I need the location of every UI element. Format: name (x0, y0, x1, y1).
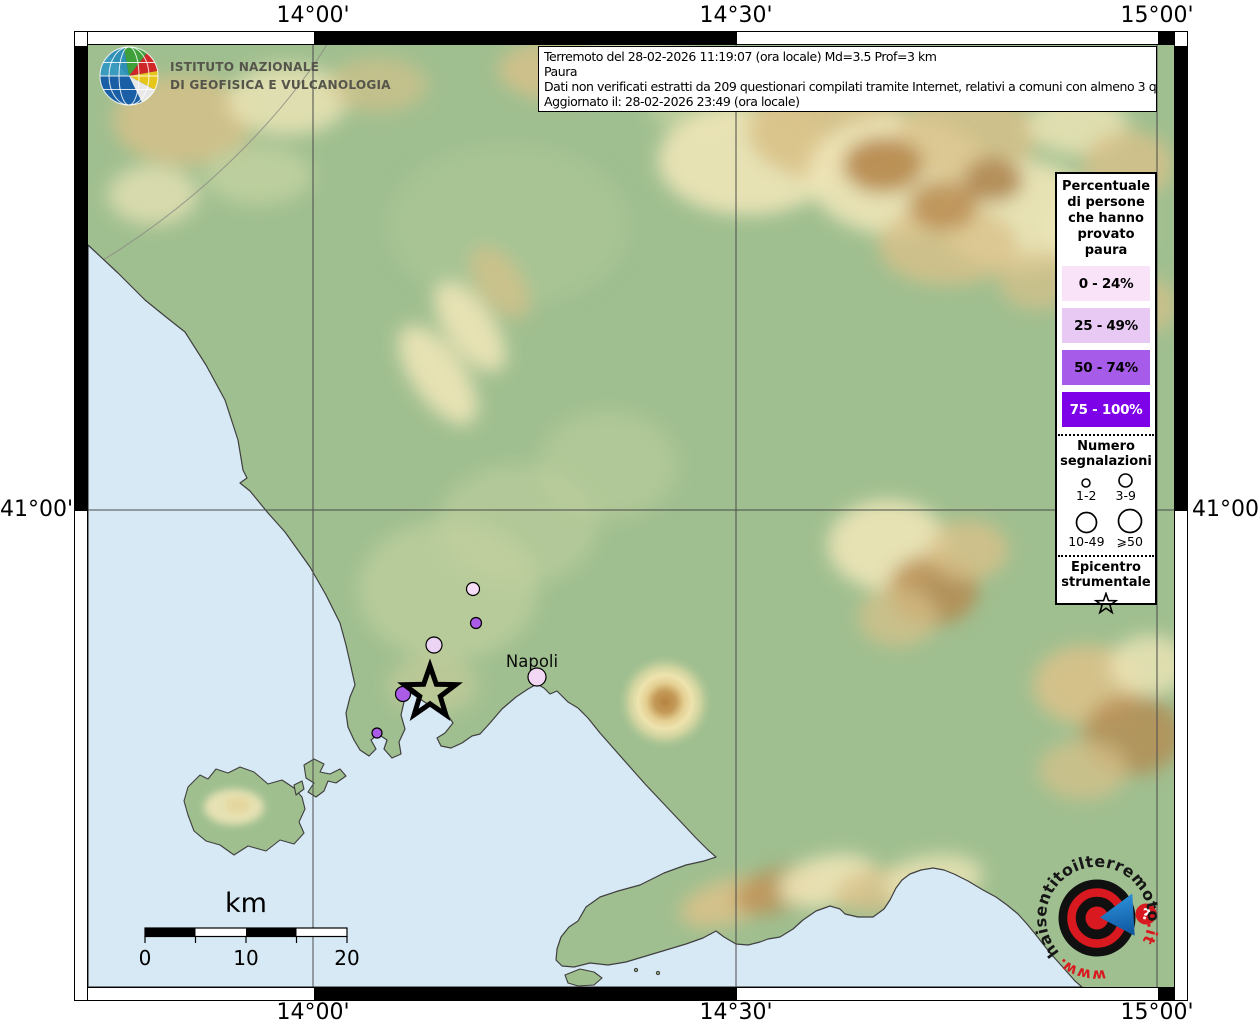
coord-top-14-30: 14°30' (699, 3, 773, 28)
islet (633, 967, 639, 973)
size-circle-icon (1118, 473, 1134, 488)
frame-top (74, 31, 1188, 45)
event-info-line3: Dati non verificati estratti da 209 ques… (544, 79, 1157, 94)
ischia-relief (204, 789, 264, 825)
map-canvas: Napoli km 0 10 20 ? haisentitoilterremot… (88, 45, 1174, 987)
legend-size-3-9: 3-9 (1116, 472, 1136, 502)
size-circle-icon (1075, 511, 1098, 534)
report-circle (465, 581, 481, 597)
scale-tick-10: 10 (233, 946, 258, 970)
ingv-wordmark-line2: DI GEOFISICA E VULCANOLOGIA (170, 77, 391, 92)
coord-left-41-00: 41°00' (0, 497, 74, 522)
legend-size-row-1: 1-2 3-9 (1057, 472, 1155, 502)
scale-tick-0: 0 (139, 946, 152, 970)
report-circle (469, 616, 483, 630)
coord-bottom-15-00: 15°00' (1120, 1000, 1194, 1025)
city-label-napoli: Napoli (506, 652, 558, 671)
legend-size-label: 10-49 (1068, 534, 1105, 549)
legend-swatch-25-49: 25 - 49% (1062, 308, 1150, 343)
event-info-line1: Terremoto del 28-02-2026 11:19:07 (ora l… (544, 49, 937, 64)
legend-box: Percentuale di persone che hanno provato… (1055, 172, 1157, 615)
legend-size-1-2: 1-2 (1076, 477, 1096, 502)
vesuvius-relief (617, 654, 713, 750)
report-circle (425, 636, 443, 654)
coord-bottom-14-00: 14°00' (276, 1000, 350, 1025)
ingv-wordmark-line1: ISTITUTO NAZIONALE (170, 59, 320, 74)
coord-bottom-14-30: 14°30' (699, 1000, 773, 1025)
legend-swatch-75-100: 75 - 100% (1062, 392, 1150, 427)
ingv-globe-icon (99, 46, 159, 106)
scale-bar-unit: km (225, 888, 267, 919)
frame-left (74, 31, 88, 1001)
legend-size-row-2: 10-49 ⩾50 (1057, 507, 1155, 548)
legend-size-label: 1-2 (1076, 488, 1097, 503)
legend-epicenter-title: Epicentro strumentale (1061, 560, 1151, 590)
legend-title: Percentuale di persone che hanno provato… (1061, 179, 1151, 258)
legend-swatch-0-24: 0 - 24% (1062, 266, 1150, 301)
legend-size-10-49: 10-49 (1068, 510, 1105, 549)
legend-swatch-50-74: 50 - 74% (1062, 350, 1150, 385)
legend-divider (1058, 434, 1154, 436)
legend-divider (1058, 555, 1154, 557)
islet (655, 970, 661, 976)
legend-size-label: ⩾50 (1116, 534, 1143, 549)
event-info-line4: Aggiornato il: 28-02-2026 23:49 (ora loc… (544, 94, 800, 109)
ingv-logo: ISTITUTO NAZIONALE DI GEOFISICA E VULCAN… (97, 45, 398, 107)
event-info-box: Terremoto del 28-02-2026 11:19:07 (ora l… (538, 46, 1157, 112)
scale-tick-20: 20 (334, 946, 359, 970)
coord-top-14-00: 14°00' (276, 3, 350, 28)
event-info-line2: Paura (544, 64, 578, 79)
page: { "frame": { "coord_labels_top": ["14°00… (0, 0, 1258, 1025)
report-circle (371, 727, 383, 739)
legend-reports-title: Numero segnalazioni (1060, 439, 1152, 469)
frame-right (1174, 31, 1188, 1001)
legend-size-50plus: ⩾50 (1116, 507, 1144, 548)
ingv-wordmark: ISTITUTO NAZIONALE DI GEOFISICA E VULCAN… (170, 58, 391, 94)
frame-bottom (74, 987, 1188, 1001)
coord-top-15-00: 15°00' (1120, 3, 1194, 28)
coord-right-41-00: 41°00' (1192, 497, 1258, 522)
legend-size-label: 3-9 (1115, 488, 1136, 503)
size-circle-icon (1117, 508, 1143, 534)
epicenter-star-icon (1093, 591, 1119, 615)
